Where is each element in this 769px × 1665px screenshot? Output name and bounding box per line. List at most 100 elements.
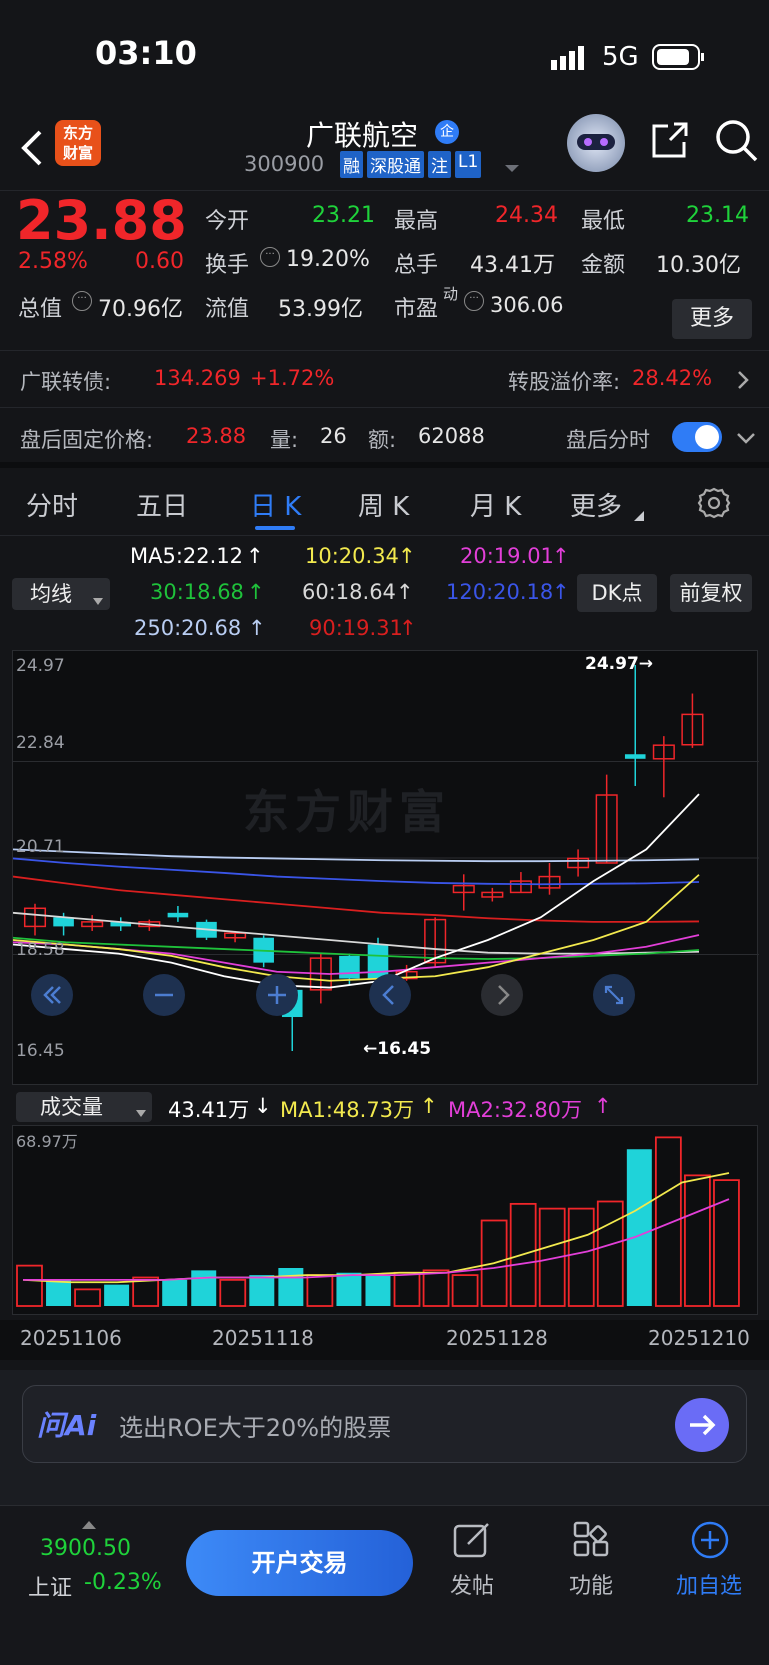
- volume-bar: [684, 1174, 711, 1307]
- nav-add-watchlist[interactable]: 加自选: [664, 1568, 754, 1600]
- pe-dynamic-sup: 动: [443, 285, 459, 303]
- tag-note: 注: [428, 151, 451, 178]
- ma20-value: 20:19.01: [460, 544, 554, 568]
- tab-five-day[interactable]: 五日: [136, 486, 188, 523]
- arrow-up-icon: ↑: [248, 616, 266, 640]
- fullscreen-button[interactable]: [593, 974, 635, 1016]
- arrow-up-icon: ↑: [396, 580, 414, 604]
- open-account-button[interactable]: 开户交易: [186, 1530, 413, 1596]
- network-label: 5G: [602, 42, 639, 72]
- info-icon[interactable]: ···: [260, 247, 280, 267]
- after-hours-toggle[interactable]: [672, 422, 722, 452]
- info-icon[interactable]: ···: [72, 291, 92, 311]
- volume-bar: [336, 1272, 362, 1306]
- change-percent: 2.58%: [18, 249, 88, 274]
- stock-name[interactable]: 广联航空: [306, 114, 418, 154]
- after-hours-row: 盘后固定价格: 23.88 量: 26 额: 62088 盘后分时: [0, 408, 769, 468]
- open-label: 今开: [205, 209, 250, 234]
- volume-bar: [162, 1279, 188, 1306]
- y-axis-label-bottom: 16.45: [16, 1041, 65, 1061]
- after-amount: 62088: [418, 424, 485, 448]
- quote-panel: 23.88 2.58% 0.60 今开 23.21 最高 24.34 最低 23…: [0, 189, 769, 350]
- mcap-label: 总值: [18, 297, 63, 322]
- nav-post[interactable]: 发帖: [427, 1568, 517, 1600]
- max-marker: 24.97→: [585, 654, 654, 674]
- volume-bar: [219, 1278, 247, 1307]
- tab-daily-k[interactable]: 日 K: [250, 486, 301, 523]
- arrow-up-icon: ↑: [246, 544, 264, 568]
- assistant-avatar[interactable]: [567, 114, 625, 172]
- search-icon[interactable]: [714, 118, 758, 166]
- tab-intraday[interactable]: 分时: [26, 486, 78, 523]
- candlestick-chart[interactable]: 东方财富 24.97 22.84 20.71 18.58 16.45 24.97…: [12, 650, 759, 1085]
- tab-more[interactable]: 更多: [570, 486, 622, 523]
- tab-monthly-k[interactable]: 月 K: [470, 486, 521, 523]
- date-label: 20251210: [648, 1326, 750, 1350]
- date-label: 20251128: [446, 1326, 548, 1350]
- volume-current: 43.41万: [168, 1098, 250, 1122]
- volume-bar: [104, 1284, 130, 1306]
- after-price: 23.88: [186, 424, 247, 448]
- bond-label: 广联转债:: [20, 370, 112, 394]
- ai-submit-button[interactable]: [675, 1398, 729, 1452]
- float-value: 53.99亿: [278, 297, 363, 322]
- arrow-up-icon: ↑: [399, 616, 417, 640]
- turnover-label: 换手: [205, 253, 250, 278]
- edit-icon[interactable]: [452, 1520, 492, 1564]
- back-icon[interactable]: [18, 128, 44, 172]
- scroll-left-fast-button[interactable]: [31, 974, 73, 1016]
- candle-body: [339, 955, 360, 979]
- app-logo: 东方 财富: [55, 120, 101, 166]
- mcap-value: 70.96亿: [98, 297, 183, 322]
- convertible-bond-row[interactable]: 广联转债: 134.269 +1.72% 转股溢价率: 28.42%: [0, 350, 769, 408]
- watermark: 东方财富: [243, 785, 451, 839]
- after-volume: 26: [320, 424, 347, 448]
- ma10-value: 10:20.34: [305, 544, 399, 568]
- arrow-up-icon: ↑: [552, 580, 570, 604]
- ai-search-section: 问Ai 选出ROE大于20%的股票: [0, 1370, 769, 1510]
- bond-price: 134.269: [154, 366, 241, 390]
- nav-function[interactable]: 功能: [546, 1568, 636, 1600]
- min-marker: ←16.45: [363, 1039, 432, 1059]
- volume-selector[interactable]: 成交量: [16, 1092, 152, 1122]
- ma250-value: 250:20.68: [134, 616, 242, 640]
- volume-bar: [422, 1269, 450, 1307]
- more-button[interactable]: 更多: [672, 299, 752, 339]
- volume-bar: [393, 1271, 421, 1307]
- volume-bar: [654, 1136, 682, 1307]
- share-icon[interactable]: [648, 120, 690, 166]
- zoom-out-button[interactable]: [143, 974, 185, 1016]
- expand-up-icon[interactable]: [82, 1514, 96, 1533]
- signal-icon: [551, 44, 591, 74]
- scroll-left-button[interactable]: [369, 974, 411, 1016]
- y-axis-label: 22.84: [16, 733, 65, 753]
- volume-bar: [713, 1179, 740, 1307]
- chevron-down-icon[interactable]: [736, 430, 756, 449]
- after-volume-label: 量:: [270, 428, 299, 452]
- tab-active-indicator: [255, 526, 295, 530]
- index-name: 上证: [28, 1576, 73, 1601]
- amount-value: 10.30亿: [656, 253, 741, 278]
- settings-icon[interactable]: [697, 486, 731, 524]
- grid-icon[interactable]: [572, 1520, 612, 1564]
- arrow-up-icon: ↑: [552, 544, 570, 568]
- low-value: 23.14: [686, 203, 749, 228]
- amount-label: 金额: [581, 253, 626, 278]
- volume-bar: [567, 1207, 595, 1307]
- index-percent: -0.23%: [84, 1570, 162, 1595]
- adjust-button[interactable]: 前复权: [670, 574, 752, 612]
- volume-chart[interactable]: 68.97万: [12, 1125, 758, 1315]
- open-value: 23.21: [312, 203, 375, 228]
- dk-point-button[interactable]: DK点: [577, 574, 657, 612]
- add-circle-icon[interactable]: [690, 1520, 730, 1564]
- bond-percent: +1.72%: [250, 366, 335, 390]
- dropdown-icon[interactable]: [505, 158, 519, 177]
- zoom-in-button[interactable]: [256, 974, 298, 1016]
- pe-label: 市盈: [394, 297, 439, 322]
- ai-search-box[interactable]: 问Ai 选出ROE大于20%的股票: [22, 1385, 747, 1463]
- tab-weekly-k[interactable]: 周 K: [358, 486, 409, 523]
- scroll-right-button[interactable]: [481, 974, 523, 1016]
- volume-bar: [16, 1264, 43, 1307]
- info-icon[interactable]: ···: [464, 291, 484, 311]
- turnover-value: 19.20%: [286, 247, 370, 272]
